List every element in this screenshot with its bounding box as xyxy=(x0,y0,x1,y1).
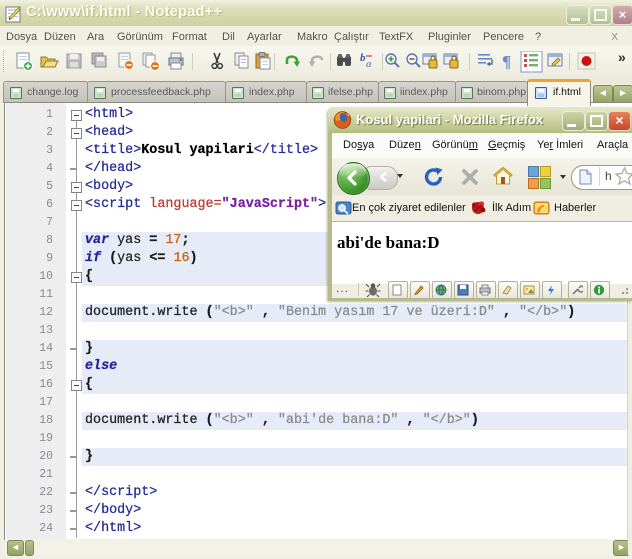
svg-text:¶: ¶ xyxy=(502,52,511,71)
svg-text:a: a xyxy=(366,58,372,70)
